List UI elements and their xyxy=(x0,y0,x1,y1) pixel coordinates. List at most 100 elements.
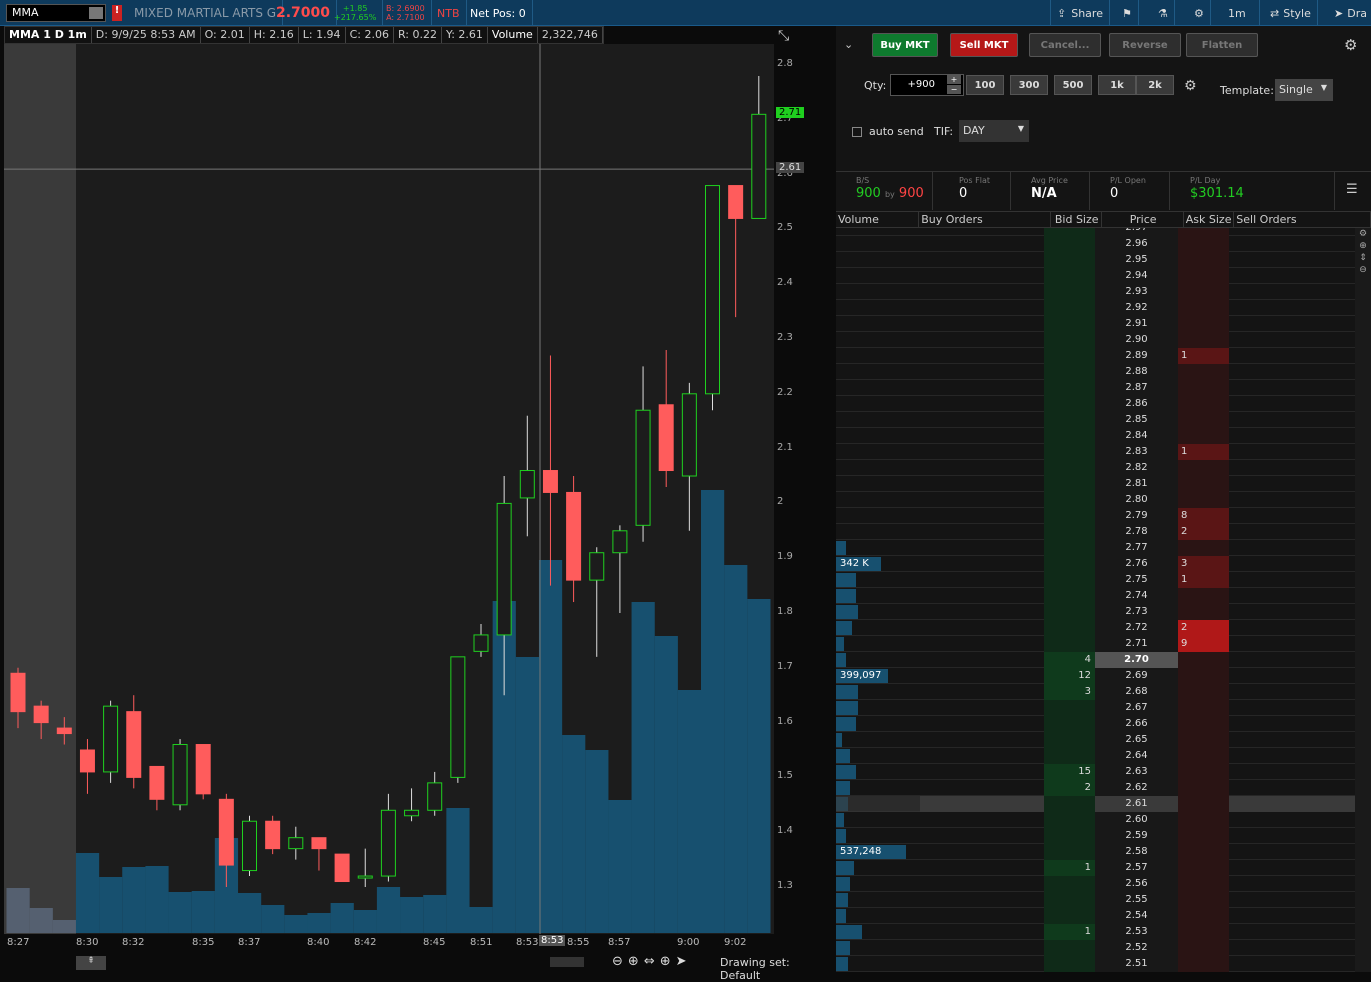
price-cell[interactable]: 2.57 xyxy=(1095,860,1178,876)
ladder-row[interactable]: 2.83 1 xyxy=(836,444,1355,460)
buy-orders-cell[interactable] xyxy=(920,796,1053,812)
alert-icon[interactable]: ! xyxy=(112,5,122,21)
candle-up[interactable] xyxy=(751,113,767,219)
sell-orders-cell[interactable] xyxy=(1229,444,1355,460)
buy-orders-cell[interactable] xyxy=(920,604,1053,620)
tif-select[interactable]: DAY ▼ xyxy=(959,120,1029,142)
price-cell[interactable]: 2.67 xyxy=(1095,700,1178,716)
sell-orders-cell[interactable] xyxy=(1229,748,1355,764)
ladder-header-cell[interactable]: Buy Orders xyxy=(919,212,1051,227)
bid-size-cell[interactable] xyxy=(1044,796,1095,812)
sell-orders-cell[interactable] xyxy=(1229,636,1355,652)
ladder-row[interactable]: 2.55 xyxy=(836,892,1355,908)
candle-down[interactable] xyxy=(566,491,582,581)
zoom-in-icon[interactable]: ⊕ xyxy=(1359,241,1367,251)
zoom-out-icon[interactable]: ⊖ xyxy=(1359,265,1367,275)
qty-preset-button[interactable]: 300 xyxy=(1010,75,1048,95)
price-cell[interactable]: 2.52 xyxy=(1095,940,1178,956)
price-cell[interactable]: 2.94 xyxy=(1095,268,1178,284)
ladder-row[interactable]: 2.74 xyxy=(836,588,1355,604)
sell-orders-cell[interactable] xyxy=(1229,236,1355,252)
time-axis[interactable]: 8:27 8:30 8:32 8:35 8:37 8:40 8:42 8:45 8:51 8:53… xyxy=(4,934,832,954)
ladder-row[interactable]: 15 2.63 xyxy=(836,764,1355,780)
buy-orders-cell[interactable] xyxy=(920,860,1053,876)
bid-size-cell[interactable] xyxy=(1044,284,1095,300)
sell-orders-cell[interactable] xyxy=(1229,348,1355,364)
candle-down[interactable] xyxy=(265,820,281,850)
ask-size-cell[interactable] xyxy=(1178,428,1229,444)
candle-down[interactable] xyxy=(728,185,744,219)
sell-orders-cell[interactable] xyxy=(1229,828,1355,844)
ladder-row[interactable]: 2.93 xyxy=(836,284,1355,300)
candle-up[interactable] xyxy=(172,744,188,806)
ask-size-cell[interactable] xyxy=(1178,604,1229,620)
bid-size-cell[interactable] xyxy=(1044,300,1095,316)
ladder-row[interactable]: 2 2.62 xyxy=(836,780,1355,796)
ladder-row[interactable]: 2.90 xyxy=(836,332,1355,348)
candle-up[interactable] xyxy=(496,502,512,636)
buy-orders-cell[interactable] xyxy=(920,700,1053,716)
buy-orders-cell[interactable] xyxy=(920,748,1053,764)
candle-up[interactable] xyxy=(519,470,535,499)
ladder-header-cell[interactable]: Sell Orders xyxy=(1234,212,1371,227)
bid-size-cell[interactable]: 4 xyxy=(1044,652,1095,668)
bid-size-cell[interactable] xyxy=(1044,268,1095,284)
price-cell[interactable]: 2.66 xyxy=(1095,716,1178,732)
ladder-row[interactable]: 2.52 xyxy=(836,940,1355,956)
chevron-down-icon[interactable] xyxy=(89,7,103,19)
ladder-header-cell[interactable]: Ask Size xyxy=(1184,212,1235,227)
bid-size-cell[interactable] xyxy=(1044,588,1095,604)
buy-orders-cell[interactable] xyxy=(920,412,1053,428)
sell-orders-cell[interactable] xyxy=(1229,508,1355,524)
sell-orders-cell[interactable] xyxy=(1229,300,1355,316)
sell-orders-cell[interactable] xyxy=(1229,700,1355,716)
qty-preset-button[interactable]: 1k xyxy=(1098,75,1136,95)
bid-size-cell[interactable] xyxy=(1044,620,1095,636)
sell-orders-cell[interactable] xyxy=(1229,716,1355,732)
ask-size-cell[interactable] xyxy=(1178,588,1229,604)
ask-size-cell[interactable] xyxy=(1178,332,1229,348)
candle-down[interactable] xyxy=(658,404,674,472)
pan-icon[interactable]: ⇔ xyxy=(644,954,660,969)
sell-orders-cell[interactable] xyxy=(1229,764,1355,780)
ask-size-cell[interactable]: 2 xyxy=(1178,524,1229,540)
price-cell[interactable]: 2.65 xyxy=(1095,732,1178,748)
price-cell[interactable]: 2.89 xyxy=(1095,348,1178,364)
bid-size-cell[interactable] xyxy=(1044,732,1095,748)
ask-size-cell[interactable] xyxy=(1178,748,1229,764)
ask-size-cell[interactable] xyxy=(1178,236,1229,252)
bid-size-cell[interactable] xyxy=(1044,228,1095,236)
sell-orders-cell[interactable] xyxy=(1229,860,1355,876)
bid-size-cell[interactable] xyxy=(1044,940,1095,956)
gear-icon[interactable]: ⚙ xyxy=(1344,36,1357,54)
ask-size-cell[interactable] xyxy=(1178,876,1229,892)
zoom-in-icon[interactable]: ⊕ xyxy=(628,954,644,969)
ask-size-cell[interactable] xyxy=(1178,812,1229,828)
buy-orders-cell[interactable] xyxy=(920,908,1053,924)
bid-size-cell[interactable] xyxy=(1044,460,1095,476)
buy-orders-cell[interactable] xyxy=(920,332,1053,348)
buy-orders-cell[interactable] xyxy=(920,812,1053,828)
ladder-header-cell[interactable]: Price xyxy=(1102,212,1184,227)
price-cell[interactable]: 2.87 xyxy=(1095,380,1178,396)
ladder-row[interactable]: 2.78 2 xyxy=(836,524,1355,540)
bid-size-cell[interactable] xyxy=(1044,364,1095,380)
price-cell[interactable]: 2.62 xyxy=(1095,780,1178,796)
buy-orders-cell[interactable] xyxy=(920,716,1053,732)
ask-size-cell[interactable] xyxy=(1178,460,1229,476)
bid-size-cell[interactable] xyxy=(1044,396,1095,412)
ladder-row[interactable]: 2.61 xyxy=(836,796,1355,812)
scrollbar-thumb[interactable] xyxy=(550,957,584,967)
sell-orders-cell[interactable] xyxy=(1229,620,1355,636)
sell-orders-cell[interactable] xyxy=(1229,796,1355,812)
ask-size-cell[interactable] xyxy=(1178,268,1229,284)
ladder-row[interactable]: 2.65 xyxy=(836,732,1355,748)
buy-orders-cell[interactable] xyxy=(920,460,1053,476)
ask-size-cell[interactable] xyxy=(1178,764,1229,780)
ask-size-cell[interactable] xyxy=(1178,956,1229,972)
price-cell[interactable]: 2.59 xyxy=(1095,828,1178,844)
ask-size-cell[interactable] xyxy=(1178,844,1229,860)
price-cell[interactable]: 2.82 xyxy=(1095,460,1178,476)
ask-size-cell[interactable]: 9 xyxy=(1178,636,1229,652)
bid-size-cell[interactable] xyxy=(1044,828,1095,844)
